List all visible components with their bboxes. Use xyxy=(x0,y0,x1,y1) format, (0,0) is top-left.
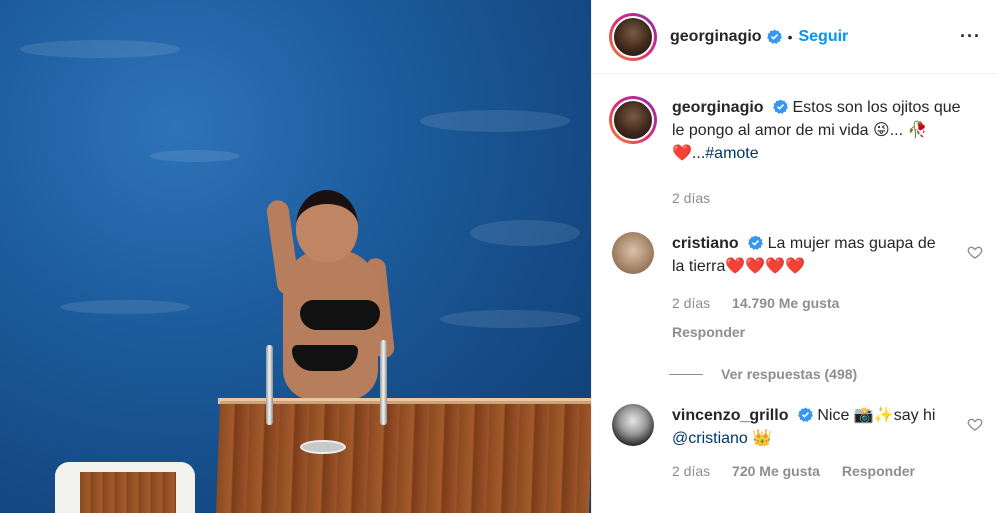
ladder-rail xyxy=(266,345,273,425)
caption-ellipsis: ... xyxy=(889,122,904,139)
post-photo[interactable] xyxy=(0,0,591,513)
reply-button[interactable]: Responder xyxy=(842,463,915,479)
comment-item: vincenzo_grillo Nice 📸✨say hi @cristiano… xyxy=(609,404,983,483)
comment-text: say hi xyxy=(893,407,936,424)
sparkles-emoji: ✨ xyxy=(873,407,894,424)
verified-badge-icon xyxy=(748,235,764,250)
comment-likes[interactable]: 720 Me gusta xyxy=(732,463,820,479)
more-options-icon[interactable]: ··· xyxy=(960,26,981,47)
swimsuit-bottom xyxy=(292,345,358,371)
caption-avatar[interactable] xyxy=(609,96,657,144)
wink-face-emoji: 😜 xyxy=(873,122,890,139)
comment-likes[interactable]: 14.790 Me gusta xyxy=(732,295,839,311)
ladder-rail xyxy=(380,340,387,425)
commenter-avatar[interactable] xyxy=(612,404,654,446)
heart-emoji: ❤️ xyxy=(672,145,692,162)
water-ripple xyxy=(420,110,570,132)
hearts-emoji: ❤️❤️❤️❤️ xyxy=(725,258,806,275)
caption-body: georginagio Estos son los ojitos que le … xyxy=(672,96,972,210)
water-ripple xyxy=(60,300,190,314)
separator-dot: • xyxy=(787,28,793,45)
comments-list: georginagio Estos son los ojitos que le … xyxy=(592,74,997,483)
caption-username[interactable]: georginagio xyxy=(672,99,764,116)
author-avatar[interactable] xyxy=(609,12,657,61)
like-heart-icon[interactable] xyxy=(967,244,983,260)
verified-badge-icon xyxy=(766,29,782,44)
follow-button[interactable]: Seguir xyxy=(798,28,848,46)
water-ripple xyxy=(150,150,240,162)
reply-button[interactable]: Responder xyxy=(672,321,947,344)
verified-badge-icon xyxy=(797,407,813,422)
post-header: georginagio • Seguir ··· xyxy=(592,0,997,74)
camera-emoji: 📸 xyxy=(853,407,874,424)
view-replies-label: Ver respuestas (498) xyxy=(721,366,858,382)
comment-body: vincenzo_grillo Nice 📸✨say hi @cristiano… xyxy=(672,404,947,483)
caption-time[interactable]: 2 días xyxy=(672,190,710,206)
verified-badge-icon xyxy=(773,99,789,114)
comment-username[interactable]: vincenzo_grillo xyxy=(672,407,788,424)
person-head xyxy=(296,190,358,262)
caption: georginagio Estos son los ojitos que le … xyxy=(609,96,981,210)
comment-time[interactable]: 2 días xyxy=(672,295,710,311)
water-ripple xyxy=(20,40,180,58)
comment-item: cristiano La mujer mas guapa de la tierr… xyxy=(609,232,983,344)
like-heart-icon[interactable] xyxy=(967,416,983,432)
commenter-avatar[interactable] xyxy=(612,232,654,274)
boat-corner-deck xyxy=(80,472,176,513)
view-replies-line xyxy=(669,373,703,375)
post-side-panel: georginagio • Seguir ··· georginagio Est… xyxy=(591,0,997,513)
comment-meta: 2 días 720 Me gusta Responder xyxy=(672,460,947,483)
caption-meta: 2 días xyxy=(672,187,972,210)
author-username[interactable]: georginagio xyxy=(670,28,762,46)
rose-emoji: 🥀 xyxy=(907,122,928,139)
comment-text: Nice xyxy=(817,407,850,424)
comment-username[interactable]: cristiano xyxy=(672,235,739,252)
comment-meta: 2 días 14.790 Me gusta xyxy=(672,292,947,315)
comment-body: cristiano La mujer mas guapa de la tierr… xyxy=(672,232,947,344)
swimsuit-top xyxy=(300,300,380,330)
caption-ellipsis: ... xyxy=(691,145,706,162)
mention-link[interactable]: @cristiano xyxy=(672,430,748,447)
hashtag-link[interactable]: #amote xyxy=(705,145,758,162)
deck-hatch xyxy=(300,440,346,454)
water-ripple xyxy=(470,220,580,246)
crown-emoji: 👑 xyxy=(752,430,773,447)
instagram-post: georginagio • Seguir ··· georginagio Est… xyxy=(0,0,997,513)
comment-time[interactable]: 2 días xyxy=(672,463,710,479)
view-replies-button[interactable]: Ver respuestas (498) xyxy=(669,366,981,382)
water-ripple xyxy=(440,310,580,328)
